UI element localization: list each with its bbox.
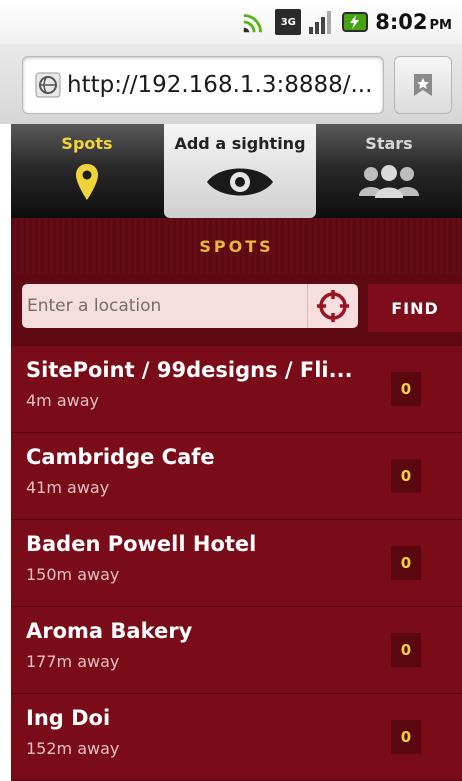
- tab-spots-label: Spots: [61, 134, 113, 153]
- app-container: Spots Add a sighting Stars SPOTS Enter a…: [11, 124, 462, 781]
- url-text: http://192.168.1.3:8888/...: [67, 72, 373, 98]
- tab-stars[interactable]: Stars: [316, 124, 462, 218]
- spot-name: Cambridge Cafe: [26, 445, 215, 469]
- signal-strength-icon: [307, 8, 335, 36]
- location-input[interactable]: [22, 284, 307, 328]
- clock-ampm: PM: [429, 18, 452, 33]
- page-title: SPOTS: [199, 236, 274, 256]
- spot-name: SitePoint / 99designs / Fli...: [26, 358, 353, 382]
- spot-distance: 152m away: [26, 739, 120, 758]
- search-row: FIND: [11, 274, 462, 346]
- tab-bar: Spots Add a sighting Stars: [11, 124, 462, 218]
- list-item[interactable]: Cambridge Cafe 41m away 0: [11, 433, 462, 520]
- sightings-count-badge: 0: [391, 633, 421, 667]
- bookmark-button[interactable]: [394, 56, 452, 114]
- sightings-count-badge: 0: [391, 372, 421, 406]
- list-item[interactable]: Baden Powell Hotel 150m away 0: [11, 520, 462, 607]
- status-bar: 3G 8:02 PM: [0, 0, 462, 44]
- section-header: SPOTS: [11, 218, 462, 274]
- network-3g-icon: 3G: [275, 9, 302, 35]
- sightings-count-badge: 0: [391, 546, 421, 580]
- spot-name: Baden Powell Hotel: [26, 532, 257, 556]
- tab-spots[interactable]: Spots: [11, 124, 163, 218]
- url-field[interactable]: http://192.168.1.3:8888/...: [22, 56, 384, 114]
- crosshair-icon: [317, 290, 349, 322]
- sightings-count-badge: 0: [391, 459, 421, 493]
- spots-list: SitePoint / 99designs / Fli... 4m away 0…: [11, 346, 462, 781]
- spot-distance: 4m away: [26, 391, 100, 410]
- list-item[interactable]: Aroma Bakery 177m away 0: [11, 607, 462, 694]
- clock: 8:02 PM: [375, 10, 452, 34]
- eye-icon: [164, 162, 316, 202]
- spot-distance: 41m away: [26, 478, 110, 497]
- spot-name: Ing Doi: [26, 706, 111, 730]
- battery-charging-icon: [341, 8, 369, 36]
- list-item[interactable]: Ing Doi 152m away 0: [11, 694, 462, 781]
- sync-signal-icon: [241, 8, 269, 36]
- find-button[interactable]: FIND: [368, 284, 462, 332]
- clock-time: 8:02: [375, 10, 428, 34]
- sightings-count-badge: 0: [391, 720, 421, 754]
- list-item[interactable]: SitePoint / 99designs / Fli... 4m away 0: [11, 346, 462, 433]
- status-icons: 3G 8:02 PM: [241, 8, 452, 36]
- bookmark-star-icon: [414, 74, 432, 96]
- spot-distance: 177m away: [26, 652, 120, 671]
- tab-stars-label: Stars: [365, 134, 413, 153]
- globe-icon: [35, 72, 61, 98]
- spot-name: Aroma Bakery: [26, 619, 193, 643]
- locate-me-button[interactable]: [307, 284, 358, 328]
- spot-distance: 150m away: [26, 565, 120, 584]
- people-icon: [316, 162, 462, 200]
- map-pin-icon: [11, 162, 163, 202]
- browser-url-bar: http://192.168.1.3:8888/...: [0, 44, 462, 124]
- tab-add-sighting-label: Add a sighting: [174, 134, 306, 153]
- tab-add-sighting[interactable]: Add a sighting: [164, 124, 316, 218]
